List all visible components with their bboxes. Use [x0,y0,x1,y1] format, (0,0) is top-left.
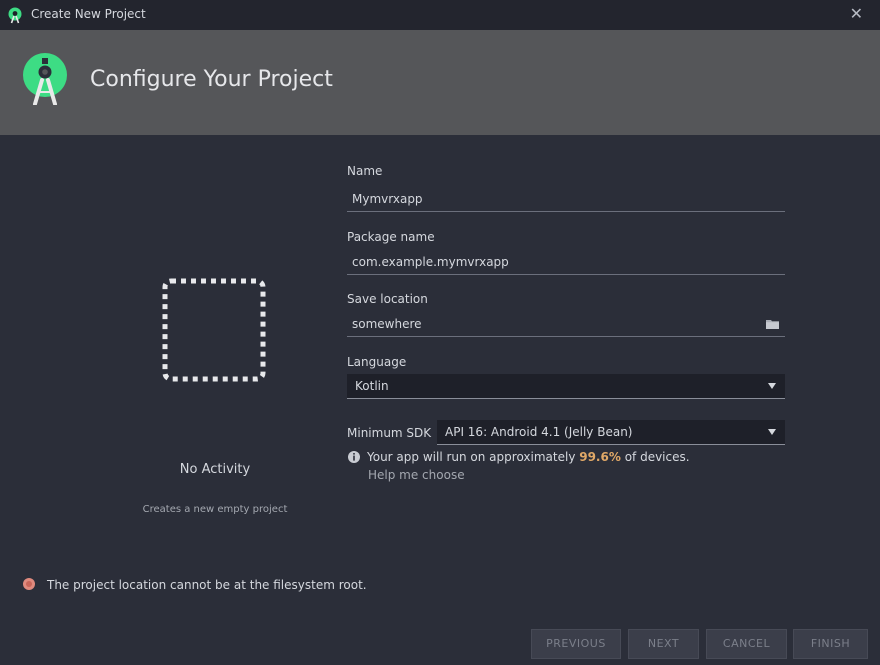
android-studio-app-icon [8,7,22,24]
page-title: Configure Your Project [90,67,333,92]
save-location-value: somewhere [352,317,422,331]
previous-button[interactable]: PREVIOUS [531,629,621,659]
save-location-field[interactable]: somewhere [347,311,785,337]
device-coverage-percent: 99.6% [579,450,621,464]
package-name-label: Package name [347,230,435,244]
chevron-down-icon [768,383,776,389]
window-title: Create New Project [31,7,146,21]
minimum-sdk-label: Minimum SDK [347,426,432,440]
device-coverage-prefix: Your app will run on approximately [367,450,580,464]
minimum-sdk-dropdown[interactable]: API 16: Android 4.1 (Jelly Bean) [437,420,785,445]
help-me-choose-link[interactable]: Help me choose [368,468,465,482]
name-field[interactable]: Mymvrxapp [347,186,785,212]
device-coverage-text: Your app will run on approximately 99.6%… [367,450,690,464]
next-button[interactable]: NEXT [628,629,699,659]
title-bar: Create New Project ✕ [0,0,880,30]
minimum-sdk-value: API 16: Android 4.1 (Jelly Bean) [445,425,633,439]
save-location-label: Save location [347,292,428,306]
name-value: Mymvrxapp [352,192,423,206]
cancel-button[interactable]: CANCEL [706,629,787,659]
info-icon [348,451,360,463]
page-header: Configure Your Project [0,30,880,135]
error-icon [23,578,35,590]
package-name-value: com.example.mymvrxapp [352,255,509,269]
name-label: Name [347,164,383,178]
activity-description: Creates a new empty project [142,504,288,515]
activity-name: No Activity [179,462,251,477]
device-coverage-suffix: of devices. [620,450,690,464]
error-message: The project location cannot be at the fi… [47,578,367,592]
package-name-field[interactable]: com.example.mymvrxapp [347,249,785,275]
language-value: Kotlin [355,379,389,393]
language-dropdown[interactable]: Kotlin [347,374,785,399]
activity-preview-placeholder [162,278,266,382]
close-icon[interactable]: ✕ [850,4,863,23]
android-studio-logo [23,53,67,105]
language-label: Language [347,355,407,369]
chevron-down-icon [768,429,776,435]
finish-button[interactable]: FINISH [793,629,868,659]
folder-icon[interactable] [766,319,779,329]
